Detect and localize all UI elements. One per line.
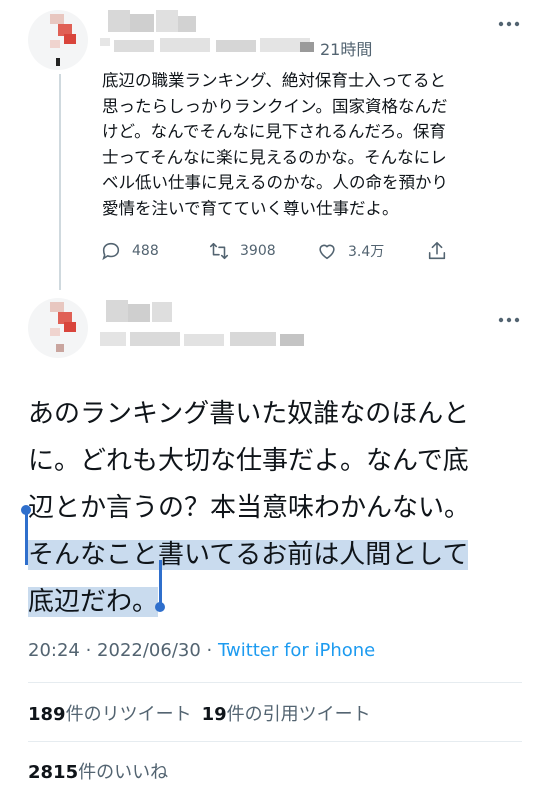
tweet-meta: 20:24 · 2022/06/30 · Twitter for iPhone — [28, 640, 375, 661]
tweet-text: あのランキング書いた奴誰なのほんと に。どれも大切な仕事だよ。なんで底 辺とか言… — [28, 391, 528, 626]
more-icon[interactable] — [498, 308, 520, 327]
retweets-link[interactable]: 189件のリツイート — [28, 704, 192, 725]
likes-link[interactable]: 2815件のいいね — [28, 762, 168, 783]
selection-start-handle[interactable] — [21, 505, 31, 565]
like-icon — [319, 244, 335, 260]
share-button[interactable] — [426, 240, 458, 262]
reply-count: 488 — [132, 243, 159, 259]
reply-icon — [102, 242, 120, 261]
tweet-source-link[interactable]: Twitter for iPhone — [218, 640, 375, 661]
reply-button[interactable]: 488 — [100, 240, 159, 262]
text-line: 辺とか言うの？本当意味わかんない。 — [28, 493, 471, 523]
selected-text-line: 底辺だわ。 — [28, 587, 159, 617]
retweet-icon — [209, 242, 229, 260]
like-button[interactable]: 3.4万 — [316, 240, 384, 262]
more-icon[interactable] — [498, 12, 520, 31]
thread-line — [59, 74, 61, 290]
text-line: に。どれも大切な仕事だよ。なんで底 — [28, 446, 469, 476]
quotes-link[interactable]: 19件の引用ツイート — [202, 704, 371, 725]
likes-stats: 2815件のいいね — [28, 758, 168, 784]
avatar[interactable] — [28, 298, 88, 358]
divider — [28, 741, 522, 742]
retweet-stats: 189件のリツイート 19件の引用ツイート — [28, 700, 371, 726]
tweet-text: 底辺の職業ランキング、絶対保育士入ってると 思ったらしっかりランクイン。国家資格… — [102, 71, 449, 218]
selected-text-line: そんなこと書いてるお前は人間として — [28, 540, 469, 570]
author-name-blurred[interactable] — [100, 296, 520, 356]
divider — [28, 682, 522, 683]
author-name-blurred[interactable] — [100, 8, 500, 58]
like-count: 3.4万 — [348, 244, 385, 260]
tweet-time[interactable]: 21時間 — [320, 36, 372, 60]
text-line: あのランキング書いた奴誰なのほんと — [28, 399, 470, 429]
share-icon — [428, 241, 446, 260]
retweet-count: 3908 — [240, 243, 276, 259]
tweet-actions: 488 3908 3.4万 — [100, 240, 460, 268]
tweet-timestamp[interactable]: 20:24 · 2022/06/30 · — [28, 640, 218, 661]
selection-end-handle[interactable] — [155, 560, 165, 612]
avatar[interactable] — [28, 10, 88, 70]
retweet-button[interactable]: 3908 — [208, 240, 276, 262]
